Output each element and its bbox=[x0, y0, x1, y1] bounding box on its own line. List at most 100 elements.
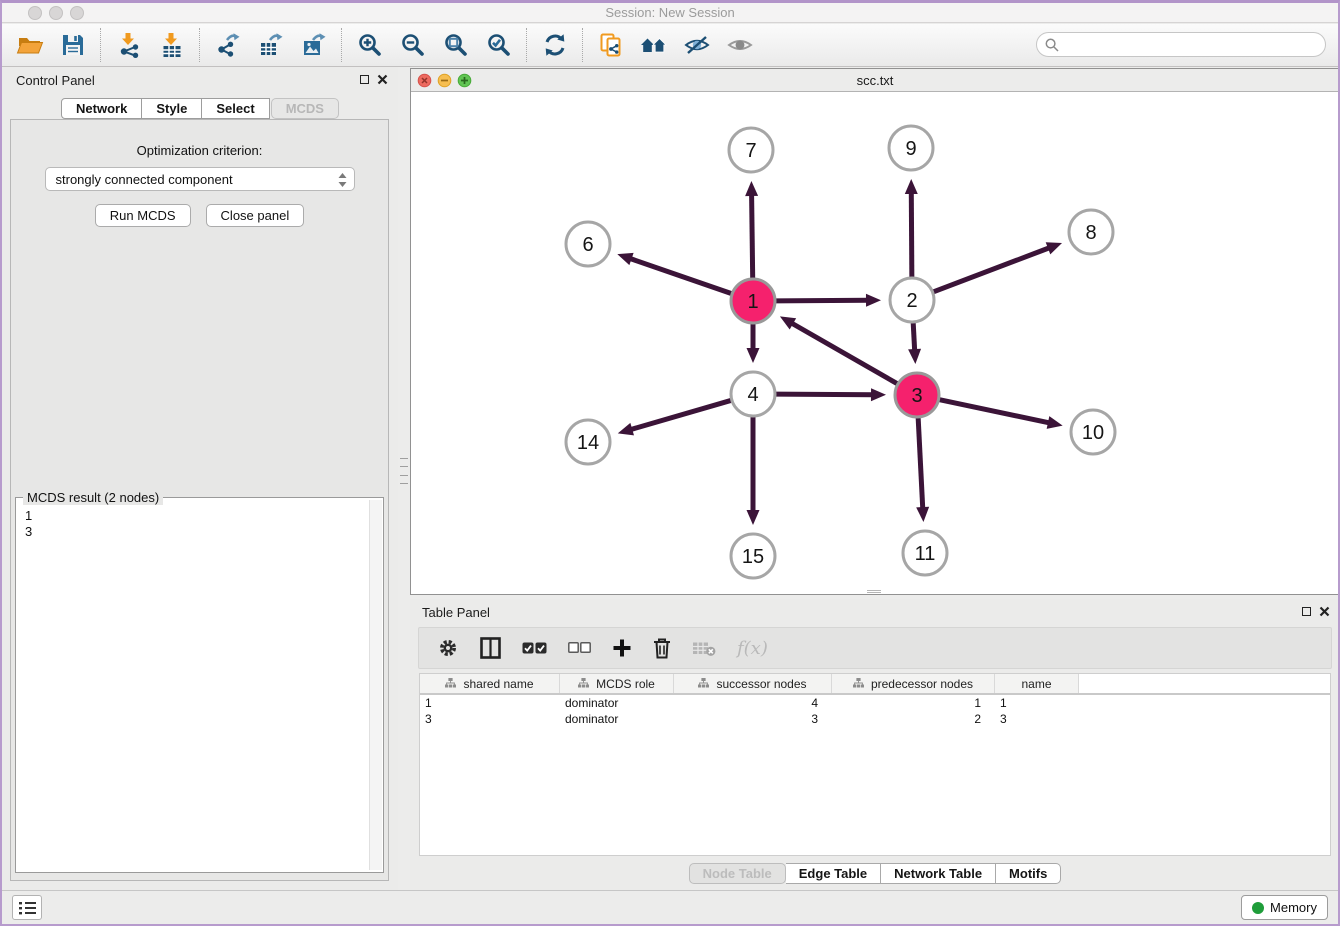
edge-arrowhead bbox=[871, 388, 886, 401]
toolbar-separator bbox=[341, 28, 342, 62]
tab-style[interactable]: Style bbox=[142, 98, 202, 119]
node-label-9: 9 bbox=[905, 138, 916, 160]
edge-1-6[interactable] bbox=[629, 258, 732, 293]
toolbar-separator bbox=[582, 28, 583, 62]
import-table-button[interactable] bbox=[150, 26, 193, 64]
result-scrollbar[interactable] bbox=[369, 500, 382, 870]
table-row[interactable]: 1dominator411 bbox=[420, 695, 1330, 711]
show-graphics-details-button[interactable] bbox=[718, 26, 761, 64]
optimization-criterion-select[interactable]: strongly connected component bbox=[45, 167, 355, 191]
tab-mcds[interactable]: MCDS bbox=[271, 98, 339, 119]
column-display-button[interactable] bbox=[480, 637, 501, 659]
copy-network-button[interactable] bbox=[589, 26, 632, 64]
tab-node-table[interactable]: Node Table bbox=[689, 863, 786, 884]
zoom-selected-button[interactable] bbox=[477, 26, 520, 64]
cell-name[interactable]: 1 bbox=[995, 695, 1079, 711]
minimize-window-button[interactable] bbox=[49, 6, 63, 20]
column-header-mcds-role[interactable]: MCDS role bbox=[560, 674, 674, 693]
import-network-button[interactable] bbox=[107, 26, 150, 64]
node-label-10: 10 bbox=[1082, 422, 1104, 444]
edge-3-1[interactable] bbox=[790, 322, 897, 383]
close-table-panel-icon[interactable] bbox=[1319, 606, 1330, 617]
select-all-button[interactable] bbox=[522, 641, 547, 655]
mcds-result-box: MCDS result (2 nodes) 13 bbox=[15, 497, 384, 873]
edge-arrowhead bbox=[908, 349, 921, 364]
network-canvas[interactable]: 7968124314101511 bbox=[411, 92, 1339, 594]
edge-2-3[interactable] bbox=[913, 323, 915, 352]
edge-2-9[interactable] bbox=[911, 191, 912, 277]
network-resize-grip[interactable] bbox=[867, 590, 881, 593]
close-window-button[interactable] bbox=[28, 6, 42, 20]
zoom-in-button[interactable] bbox=[348, 26, 391, 64]
cell-predecessor-nodes[interactable]: 2 bbox=[832, 711, 995, 727]
tab-network[interactable]: Network bbox=[61, 98, 142, 119]
column-header-shared-name[interactable]: shared name bbox=[420, 674, 560, 693]
delete-column-button[interactable] bbox=[653, 637, 671, 659]
close-panel-icon[interactable] bbox=[377, 74, 388, 85]
cell-shared-name[interactable]: 3 bbox=[420, 711, 560, 727]
zoom-out-button[interactable] bbox=[391, 26, 434, 64]
network-window-controls[interactable] bbox=[417, 73, 473, 88]
maximize-window-button[interactable] bbox=[70, 6, 84, 20]
edge-3-11[interactable] bbox=[918, 418, 923, 510]
delete-table-button[interactable] bbox=[692, 640, 716, 657]
run-mcds-button[interactable]: Run MCDS bbox=[95, 204, 191, 227]
save-session-icon bbox=[60, 32, 86, 58]
edge-arrowhead bbox=[745, 181, 758, 196]
home-views-button[interactable] bbox=[632, 26, 675, 64]
column-header-predecessor-nodes[interactable]: predecessor nodes bbox=[832, 674, 995, 693]
edge-2-8[interactable] bbox=[934, 247, 1051, 292]
application-window: Session: New Session Control Panel Netwo… bbox=[0, 0, 1340, 926]
toolbar-separator bbox=[526, 28, 527, 62]
refresh-layout-button[interactable] bbox=[533, 26, 576, 64]
show-graphics-details-icon bbox=[727, 32, 753, 58]
hide-graphics-details-button[interactable] bbox=[675, 26, 718, 64]
tab-network-table[interactable]: Network Table bbox=[881, 863, 996, 884]
cell-mcds-role[interactable]: dominator bbox=[560, 711, 674, 727]
edge-4-14[interactable] bbox=[629, 400, 731, 430]
search-icon bbox=[1045, 38, 1059, 52]
zoom-fit-icon bbox=[443, 32, 469, 58]
export-image-button[interactable] bbox=[292, 26, 335, 64]
cell-name[interactable]: 3 bbox=[995, 711, 1079, 727]
export-table-button[interactable] bbox=[249, 26, 292, 64]
add-column-button[interactable] bbox=[612, 638, 632, 658]
copy-network-icon bbox=[598, 32, 624, 58]
panel-splitter[interactable] bbox=[400, 458, 408, 484]
optimization-criterion-label: Optimization criterion: bbox=[11, 143, 388, 158]
cell-successor-nodes[interactable]: 4 bbox=[674, 695, 832, 711]
table-row[interactable]: 3dominator323 bbox=[420, 711, 1330, 727]
search-box[interactable] bbox=[1036, 32, 1326, 57]
settings-gear-button[interactable] bbox=[437, 637, 459, 659]
tab-motifs[interactable]: Motifs bbox=[996, 863, 1061, 884]
tab-select[interactable]: Select bbox=[202, 98, 269, 119]
edge-3-10[interactable] bbox=[940, 400, 1051, 423]
zoom-selected-icon bbox=[486, 32, 512, 58]
tab-edge-table[interactable]: Edge Table bbox=[786, 863, 881, 884]
deselect-all-button[interactable] bbox=[568, 642, 591, 654]
mcds-result-text[interactable]: 13 bbox=[18, 500, 368, 870]
task-history-button[interactable] bbox=[12, 895, 42, 920]
float-panel-icon[interactable] bbox=[360, 75, 369, 84]
edge-1-2[interactable] bbox=[776, 300, 869, 301]
result-line: 3 bbox=[25, 524, 368, 540]
column-header-successor-nodes[interactable]: successor nodes bbox=[674, 674, 832, 693]
open-file-button[interactable] bbox=[8, 26, 51, 64]
save-session-button[interactable] bbox=[51, 26, 94, 64]
edge-4-3[interactable] bbox=[776, 394, 874, 395]
cell-successor-nodes[interactable]: 3 bbox=[674, 711, 832, 727]
zoom-fit-button[interactable] bbox=[434, 26, 477, 64]
memory-button[interactable]: Memory bbox=[1241, 895, 1328, 920]
export-network-button[interactable] bbox=[206, 26, 249, 64]
table-panel-title: Table Panel bbox=[422, 605, 490, 620]
close-panel-button[interactable]: Close panel bbox=[206, 204, 305, 227]
cell-mcds-role[interactable]: dominator bbox=[560, 695, 674, 711]
cell-shared-name[interactable]: 1 bbox=[420, 695, 560, 711]
column-header-name[interactable]: name bbox=[995, 674, 1079, 693]
function-builder-button[interactable]: f(x) bbox=[737, 638, 768, 659]
search-input[interactable] bbox=[1064, 37, 1325, 52]
float-table-panel-icon[interactable] bbox=[1302, 607, 1311, 616]
memory-label: Memory bbox=[1270, 900, 1317, 915]
edge-1-7[interactable] bbox=[752, 193, 753, 278]
cell-predecessor-nodes[interactable]: 1 bbox=[832, 695, 995, 711]
